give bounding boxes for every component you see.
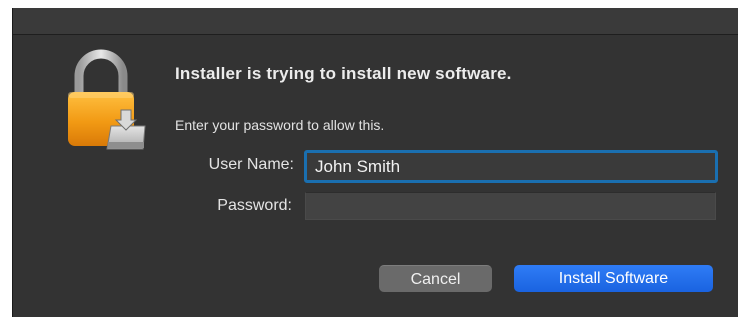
lock-icon xyxy=(68,49,146,150)
dialog-titlebar xyxy=(13,8,738,35)
screen: Installer is trying to install new softw… xyxy=(0,0,738,317)
install-software-button[interactable]: Install Software xyxy=(514,265,713,292)
dialog-subtext: Enter your password to allow this. xyxy=(175,117,385,133)
password-label: Password: xyxy=(217,197,292,214)
password-field[interactable] xyxy=(305,192,716,220)
auth-dialog: Installer is trying to install new softw… xyxy=(12,8,738,317)
username-field[interactable] xyxy=(304,150,718,183)
dialog-heading: Installer is trying to install new softw… xyxy=(175,64,512,83)
username-label: User Name: xyxy=(208,156,294,173)
cancel-button[interactable]: Cancel xyxy=(379,265,492,292)
